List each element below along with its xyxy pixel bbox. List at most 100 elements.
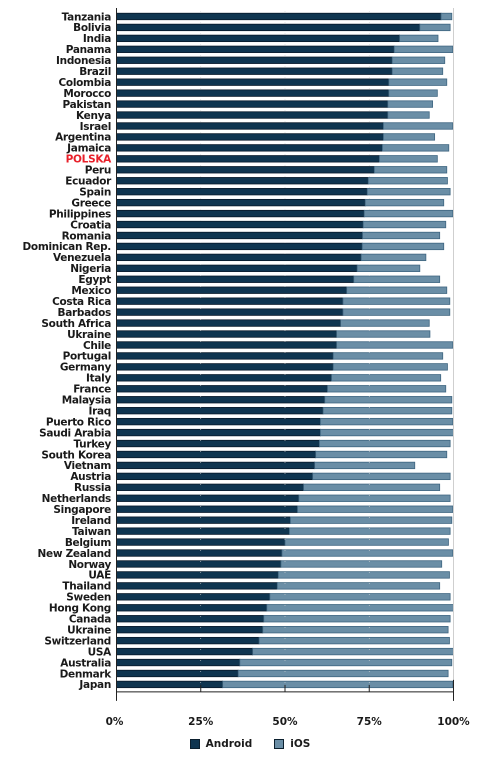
bar-ios xyxy=(322,407,453,415)
bar-android xyxy=(116,242,363,251)
bar-ios xyxy=(353,275,441,283)
bar-android xyxy=(116,89,390,97)
x-tick-label: 50% xyxy=(272,716,298,728)
bar-android xyxy=(116,560,282,568)
android-swatch xyxy=(189,739,200,749)
bar-android xyxy=(116,407,324,415)
bar-ios xyxy=(381,144,450,152)
bar-android xyxy=(116,669,239,678)
bar-ios xyxy=(362,231,441,240)
bar-android xyxy=(116,198,366,207)
bar-ios xyxy=(269,593,451,601)
bar-android xyxy=(116,363,334,371)
bar-android xyxy=(116,264,358,272)
bar-android xyxy=(116,658,241,667)
legend: Android iOS xyxy=(0,738,500,750)
bar-android xyxy=(116,516,291,524)
bar-ios xyxy=(319,428,454,437)
bar-ios xyxy=(280,560,443,568)
bar-ios xyxy=(281,549,454,557)
bar-ios xyxy=(391,67,444,75)
bar-android xyxy=(116,34,400,43)
bar-ios xyxy=(288,527,451,535)
x-tick-label: 75% xyxy=(357,716,383,728)
bar-android xyxy=(116,45,395,53)
bar-ios xyxy=(362,220,447,229)
legend-item-ios: iOS xyxy=(274,738,310,750)
bar-ios xyxy=(289,516,453,524)
bar-android xyxy=(116,450,317,459)
bar-android xyxy=(116,220,364,229)
bar-ios xyxy=(378,155,438,163)
bar-ios xyxy=(237,669,449,678)
x-tick-label: 25% xyxy=(188,716,214,728)
bar-ios xyxy=(324,396,453,404)
bar-ios xyxy=(284,538,449,546)
bars-layer xyxy=(116,12,454,689)
bar-android xyxy=(116,297,344,305)
bar-ios xyxy=(258,636,450,645)
bar-android xyxy=(116,155,380,163)
bar-ios xyxy=(383,133,436,141)
bar-android xyxy=(116,122,384,130)
bar-ios xyxy=(393,45,454,53)
bar-android xyxy=(116,374,332,382)
bar-ios xyxy=(419,23,451,32)
bar-ios xyxy=(318,439,451,448)
bar-ios xyxy=(303,483,441,491)
bar-ios xyxy=(262,626,449,634)
bar-ios xyxy=(340,319,430,327)
bar-ios xyxy=(277,571,450,579)
bar-ios xyxy=(312,472,451,481)
bar-ios xyxy=(336,330,431,338)
bar-ios xyxy=(356,264,421,272)
bar-ios xyxy=(363,209,454,218)
bar-ios xyxy=(276,582,441,590)
bar-ios xyxy=(387,111,430,119)
x-tick-label: 100% xyxy=(437,716,470,728)
bar-android xyxy=(116,133,384,141)
bar-ios xyxy=(314,461,416,470)
bar-ios xyxy=(373,166,448,174)
bar-android xyxy=(116,56,393,64)
bar-android xyxy=(116,472,314,481)
bar-ios xyxy=(252,647,454,656)
bar-ios xyxy=(388,89,438,97)
bar-android xyxy=(116,253,362,262)
legend-item-android: Android xyxy=(189,738,253,750)
bar-android xyxy=(116,417,321,426)
bar-ios xyxy=(336,341,454,349)
bar-ios xyxy=(298,494,451,502)
bar-ios xyxy=(342,308,451,316)
bar-android xyxy=(116,615,265,623)
bar-android xyxy=(116,12,442,21)
bar-ios xyxy=(319,417,454,426)
bar-ios xyxy=(331,374,442,382)
bar-android xyxy=(116,549,283,557)
bar-android xyxy=(116,636,260,645)
bar-ios xyxy=(315,450,448,459)
bar-ios xyxy=(266,604,454,612)
bar-ios xyxy=(440,12,453,21)
bar-android xyxy=(116,231,363,240)
bar-android xyxy=(116,604,268,612)
x-tick-label: 0% xyxy=(106,716,124,728)
bar-android xyxy=(116,494,300,502)
legend-label-android: Android xyxy=(205,738,253,750)
bar-ios xyxy=(332,352,444,360)
bar-android xyxy=(116,166,375,174)
bar-ios xyxy=(327,385,447,393)
bar-android xyxy=(116,647,254,656)
bar-ios xyxy=(346,286,448,294)
bar-android xyxy=(116,319,342,327)
bar-android xyxy=(116,505,298,513)
bar-android xyxy=(116,527,290,535)
bar-android xyxy=(116,286,348,294)
bar-ios xyxy=(297,505,454,513)
bar-android xyxy=(116,439,320,448)
ios-swatch xyxy=(274,739,285,749)
bar-android xyxy=(116,177,369,185)
bar-android xyxy=(116,582,278,590)
bar-android xyxy=(116,78,390,86)
bar-android xyxy=(116,330,337,338)
